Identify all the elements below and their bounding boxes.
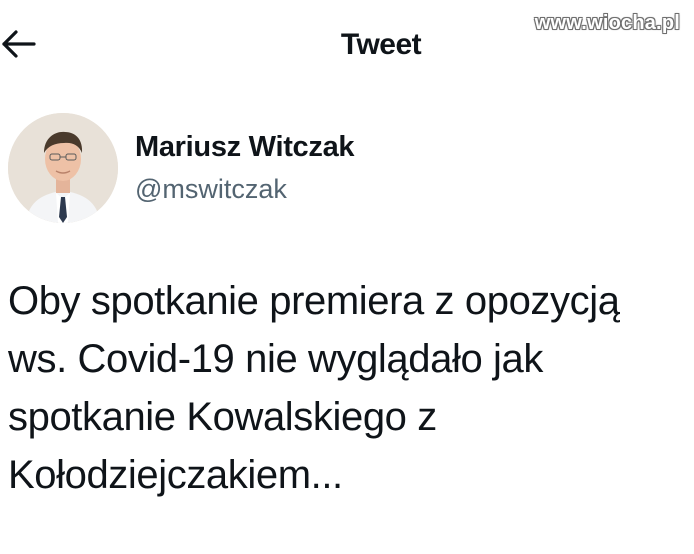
tweet-text: Oby spotkanie premiera z opozycją ws. Co… [8,279,620,497]
author-handle[interactable]: @mswitczak [135,172,287,206]
watermark: www.wiocha.pl [534,12,680,34]
author-name[interactable]: Mariusz Witczak [135,129,355,165]
avatar[interactable] [8,113,118,223]
tweet-author: Mariusz Witczak @mswitczak [8,113,688,223]
